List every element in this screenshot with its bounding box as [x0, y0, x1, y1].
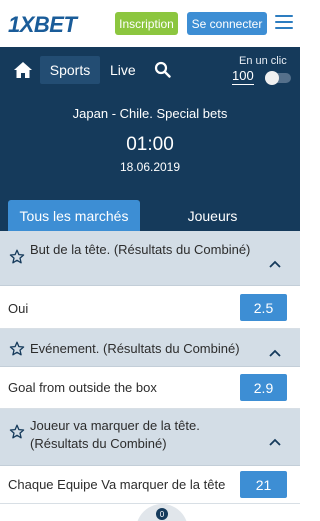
- outcome-row[interactable]: Goal from outside the box 2.9: [0, 367, 300, 409]
- outcome-row[interactable]: Chaque Equipe Va marquer de la tête 21: [0, 466, 300, 504]
- market-tabs: Tous les marchés Joueurs: [0, 200, 300, 231]
- one-click-label: En un clic: [239, 55, 287, 67]
- odds-button[interactable]: 2.9: [240, 374, 287, 401]
- market-title: But de la tête. (Résultats du Combiné): [30, 242, 251, 257]
- tab-all-markets[interactable]: Tous les marchés: [8, 200, 140, 231]
- match-date: 18.06.2019: [119, 160, 181, 174]
- market-header[interactable]: Joueur va marquer de la tête. (Résultats…: [0, 409, 300, 466]
- tab-players[interactable]: Joueurs: [150, 200, 275, 231]
- star-icon[interactable]: [9, 424, 25, 440]
- brand-logo[interactable]: 1XBET: [8, 12, 77, 38]
- one-click-amount[interactable]: 100: [232, 68, 254, 85]
- star-icon[interactable]: [9, 341, 25, 357]
- match-title: Japan - Chile. Special bets: [72, 106, 228, 121]
- top-bar: 1XBET Inscription Se connecter: [0, 0, 300, 47]
- odds-button[interactable]: 2.5: [240, 294, 287, 321]
- chevron-up-icon[interactable]: [269, 344, 281, 357]
- signup-button[interactable]: Inscription: [115, 12, 178, 35]
- search-icon[interactable]: [154, 61, 171, 78]
- outcome-label: Oui: [8, 301, 29, 316]
- outcome-label: Chaque Equipe Va marquer de la tête: [8, 477, 226, 492]
- login-button[interactable]: Se connecter: [187, 12, 267, 35]
- one-click-toggle[interactable]: [265, 71, 291, 85]
- market-header[interactable]: But de la tête. (Résultats du Combiné): [0, 231, 300, 286]
- outcome-row[interactable]: Oui 2.5: [0, 286, 300, 329]
- chevron-up-icon[interactable]: [269, 255, 281, 268]
- hamburger-menu-icon[interactable]: [275, 15, 293, 31]
- nav-tab-live[interactable]: Live: [110, 56, 136, 84]
- chevron-up-icon[interactable]: [269, 433, 281, 446]
- star-icon[interactable]: [9, 249, 25, 265]
- match-time: 01:00: [126, 134, 174, 155]
- market-title: Joueur va marquer de la tête. (Résultats…: [30, 418, 200, 451]
- home-icon[interactable]: [13, 61, 33, 79]
- outcome-label: Goal from outside the box: [8, 380, 157, 395]
- market-title: Evénement. (Résultats du Combiné): [30, 341, 240, 356]
- market-header[interactable]: Evénement. (Résultats du Combiné): [0, 329, 300, 367]
- main-nav: Sports Live En un clic 100: [0, 47, 300, 93]
- match-header: Japan - Chile. Special bets 01:00 18.06.…: [0, 93, 300, 200]
- nav-tab-sports[interactable]: Sports: [40, 56, 100, 84]
- odds-button[interactable]: 21: [240, 471, 287, 498]
- betslip-count-badge: 0: [156, 508, 168, 520]
- toggle-knob: [265, 71, 279, 85]
